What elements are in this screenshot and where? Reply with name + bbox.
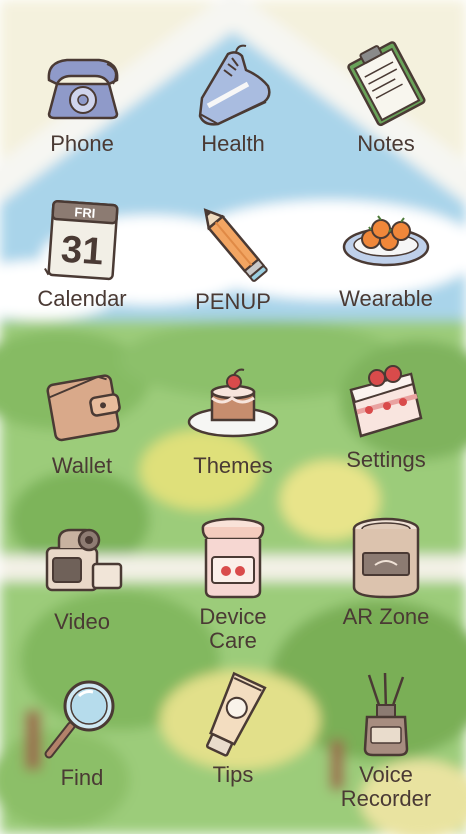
app-label: Wallet	[51, 453, 113, 478]
app-tips[interactable]: Tips	[163, 671, 303, 787]
notepad-icon	[341, 40, 431, 130]
app-penup[interactable]: PENUP	[163, 198, 303, 314]
app-themes[interactable]: Themes	[163, 362, 303, 478]
pencil-icon	[188, 198, 278, 288]
video-camera-icon	[37, 518, 127, 608]
app-health[interactable]: Health	[163, 40, 303, 156]
app-label: Voice Recorder	[316, 763, 456, 811]
app-label: Video	[54, 609, 110, 634]
app-label: Find	[60, 765, 104, 790]
calendar-icon-day: FRI	[74, 204, 96, 220]
app-label: Device Care	[163, 605, 303, 653]
lotion-tube-icon	[188, 671, 278, 761]
app-label-line-1: Device	[199, 604, 267, 629]
fruit-plate-icon	[341, 195, 431, 285]
cake-slice-icon	[341, 356, 431, 446]
app-settings[interactable]: Settings	[316, 356, 456, 472]
app-label: Themes	[193, 453, 273, 478]
reed-diffuser-icon	[341, 671, 431, 761]
app-label: Settings	[346, 447, 426, 472]
app-find[interactable]: Find	[12, 674, 152, 790]
app-label-line-1: Voice	[359, 762, 413, 787]
app-video[interactable]: Video	[12, 518, 152, 634]
app-device-care[interactable]: Device Care	[163, 513, 303, 653]
phone-icon	[37, 40, 127, 130]
app-label-line-2: Care	[209, 628, 257, 653]
app-label: AR Zone	[342, 604, 430, 629]
calendar-icon-date: 31	[60, 229, 105, 274]
app-grid: Phone Health Notes FRI 31 Calendar PENUP…	[0, 0, 466, 834]
calendar-icon: FRI 31	[37, 195, 127, 285]
magnifier-icon	[37, 674, 127, 764]
app-label: Wearable	[339, 286, 433, 311]
sneaker-icon	[188, 40, 278, 130]
app-wallet[interactable]: Wallet	[12, 362, 152, 478]
wallet-icon	[37, 362, 127, 452]
app-label: Calendar	[37, 286, 127, 311]
app-label: Phone	[50, 131, 114, 156]
cake-icon	[187, 362, 279, 452]
app-label: Notes	[357, 131, 415, 156]
app-phone[interactable]: Phone	[12, 40, 152, 156]
app-notes[interactable]: Notes	[316, 40, 456, 156]
app-label: Tips	[212, 762, 254, 787]
app-label: Health	[201, 131, 265, 156]
app-calendar[interactable]: FRI 31 Calendar	[12, 195, 152, 311]
app-wearable[interactable]: Wearable	[316, 195, 456, 311]
app-label-line-2: Recorder	[340, 786, 432, 811]
app-voice-recorder[interactable]: Voice Recorder	[316, 671, 456, 811]
app-ar-zone[interactable]: AR Zone	[316, 513, 456, 629]
app-label: PENUP	[195, 289, 271, 314]
candle-jar-icon	[341, 513, 431, 603]
jam-jar-icon	[188, 513, 278, 603]
